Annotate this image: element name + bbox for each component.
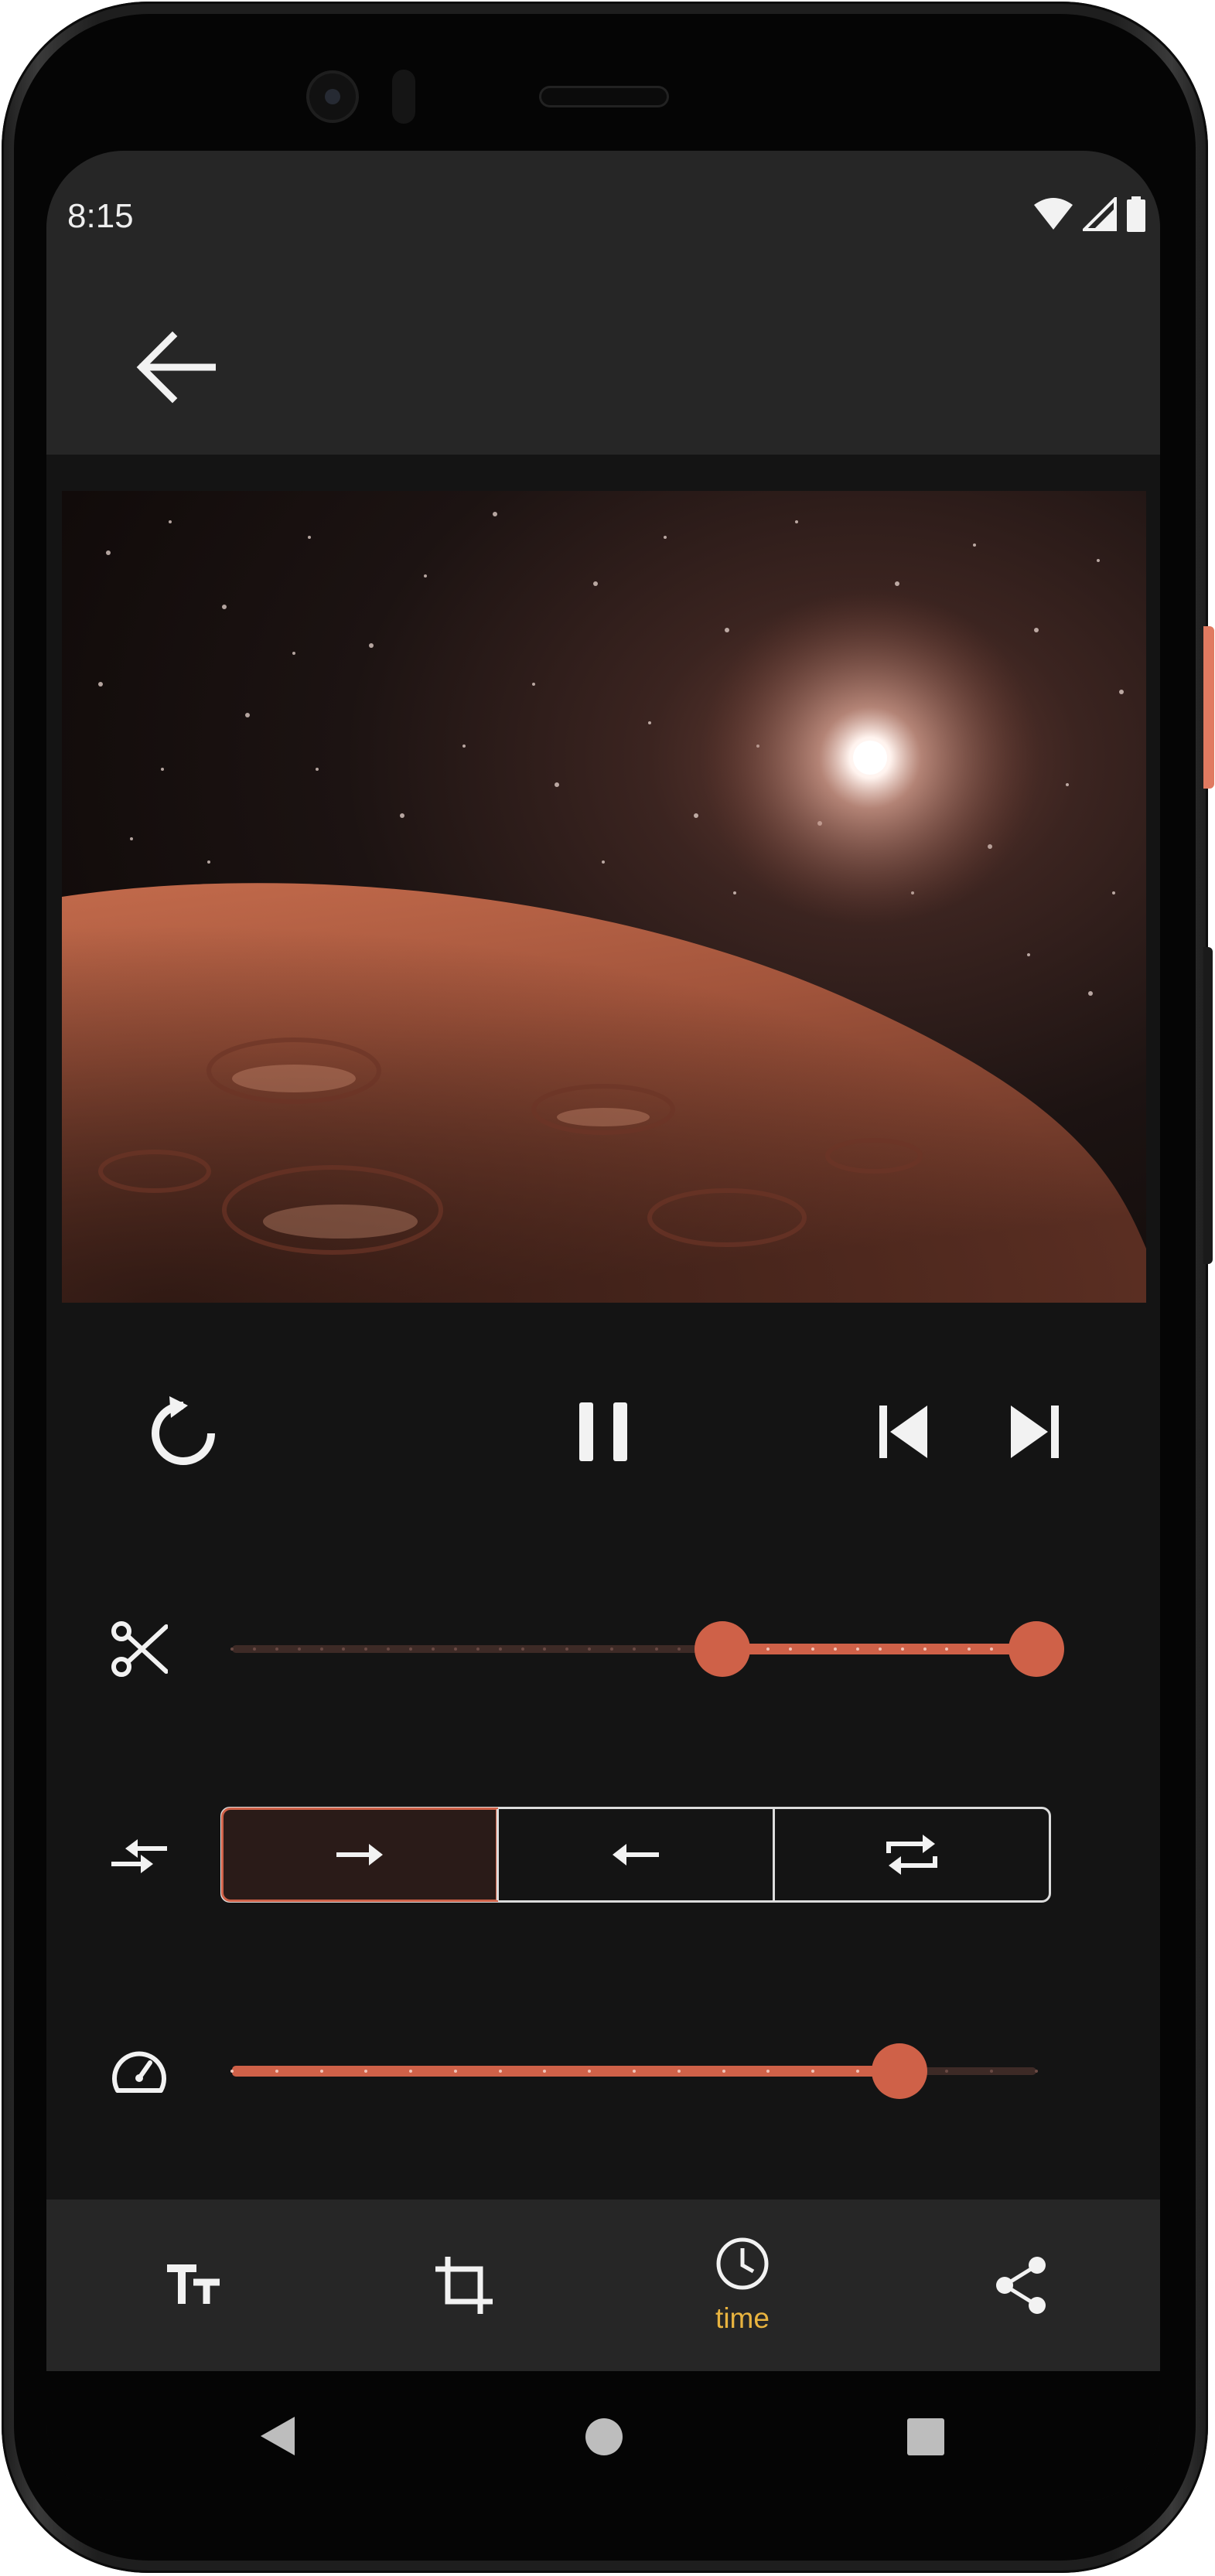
slider-tick	[633, 2070, 636, 2073]
slider-tick	[855, 1647, 859, 1651]
replay-button[interactable]	[137, 1385, 230, 1478]
direction-backward-button[interactable]	[497, 1809, 773, 1900]
share-icon	[996, 2257, 1046, 2314]
slider-tick	[923, 1647, 927, 1651]
front-camera	[309, 73, 356, 120]
slider-tick	[834, 1647, 837, 1651]
slider-tick	[453, 1647, 457, 1651]
clock-icon	[716, 2237, 769, 2290]
signal-icon	[1083, 197, 1117, 231]
pause-icon	[579, 1402, 627, 1461]
slider-tick	[275, 2070, 278, 2073]
trim-range-slider[interactable]	[230, 1616, 1064, 1682]
back-button[interactable]	[129, 321, 222, 414]
power-button	[1203, 626, 1214, 789]
trim-start-handle[interactable]	[695, 1621, 751, 1677]
speed-track-active	[232, 2066, 900, 2077]
arrow-backward-icon	[613, 1844, 659, 1866]
direction-toggle-group	[220, 1807, 1051, 1903]
slider-tick	[275, 1647, 278, 1651]
screen: 8:15 time	[46, 151, 1160, 2501]
skip-next-icon	[1011, 1406, 1059, 1458]
earpiece-speaker	[541, 88, 667, 105]
slider-tick	[878, 1647, 882, 1651]
slider-tick	[722, 2070, 725, 2073]
direction-label	[93, 1810, 186, 1903]
speed-handle[interactable]	[872, 2043, 928, 2099]
text-size-icon	[167, 2264, 220, 2304]
slider-tick	[654, 1647, 658, 1651]
status-icons	[1033, 196, 1146, 233]
slider-tick	[453, 2070, 457, 2073]
slider-tick	[252, 1647, 256, 1651]
next-frame-button[interactable]	[988, 1385, 1081, 1478]
nav-item-text[interactable]	[147, 2199, 240, 2371]
slider-tick	[900, 1647, 904, 1651]
nav-item-time[interactable]: time	[696, 2199, 789, 2371]
direction-forward-button[interactable]	[221, 1808, 498, 1902]
slider-tick	[633, 1647, 636, 1651]
video-preview[interactable]	[62, 491, 1146, 1303]
top-app-bar: 8:15	[46, 151, 1160, 455]
direction-loop-button[interactable]	[773, 1809, 1049, 1900]
mars-sunrise-image	[62, 491, 1146, 1303]
trim-end-handle[interactable]	[1009, 1621, 1064, 1677]
replay-icon	[152, 1396, 215, 1465]
scissors-icon	[111, 1621, 168, 1677]
slider-tick	[297, 1647, 301, 1651]
slider-tick	[520, 1647, 524, 1651]
system-recents-icon[interactable]	[906, 2418, 945, 2456]
pause-button[interactable]	[557, 1385, 650, 1478]
arrow-back-icon	[136, 331, 216, 404]
system-home-icon[interactable]	[585, 2418, 623, 2456]
crop-icon	[435, 2257, 493, 2314]
arrow-forward-icon	[336, 1844, 383, 1866]
speedometer-icon	[112, 2051, 166, 2093]
slider-tick	[498, 2070, 502, 2073]
slider-tick	[476, 1647, 480, 1651]
speed-label	[93, 2024, 186, 2117]
slider-tick	[230, 1647, 234, 1651]
compare-arrows-icon	[111, 1839, 167, 1873]
system-back-icon[interactable]	[259, 2415, 296, 2457]
slider-tick	[432, 1647, 435, 1651]
speed-slider[interactable]	[230, 2038, 1052, 2104]
previous-frame-button[interactable]	[857, 1385, 950, 1478]
skip-previous-icon	[879, 1406, 927, 1458]
slider-tick	[1035, 2070, 1038, 2073]
system-navigation-bar	[46, 2371, 1160, 2501]
repeat-icon	[886, 1835, 937, 1875]
slider-tick	[319, 2070, 323, 2073]
slider-tick	[498, 1647, 502, 1651]
slider-tick	[677, 1647, 681, 1651]
trim-label	[93, 1603, 186, 1695]
proximity-sensor	[392, 70, 415, 124]
nav-item-crop[interactable]	[418, 2199, 510, 2371]
volume-rocker	[1203, 947, 1213, 1264]
status-time: 8:15	[67, 197, 134, 235]
nav-item-share[interactable]	[974, 2199, 1067, 2371]
bottom-navigation: time	[46, 2199, 1160, 2371]
slider-tick	[855, 2070, 859, 2073]
battery-icon	[1127, 196, 1145, 232]
slider-tick	[677, 2070, 681, 2073]
nav-label-time: time	[715, 2302, 770, 2334]
slider-tick	[319, 1647, 323, 1651]
slider-tick	[230, 2070, 234, 2073]
wifi-icon	[1034, 198, 1073, 230]
